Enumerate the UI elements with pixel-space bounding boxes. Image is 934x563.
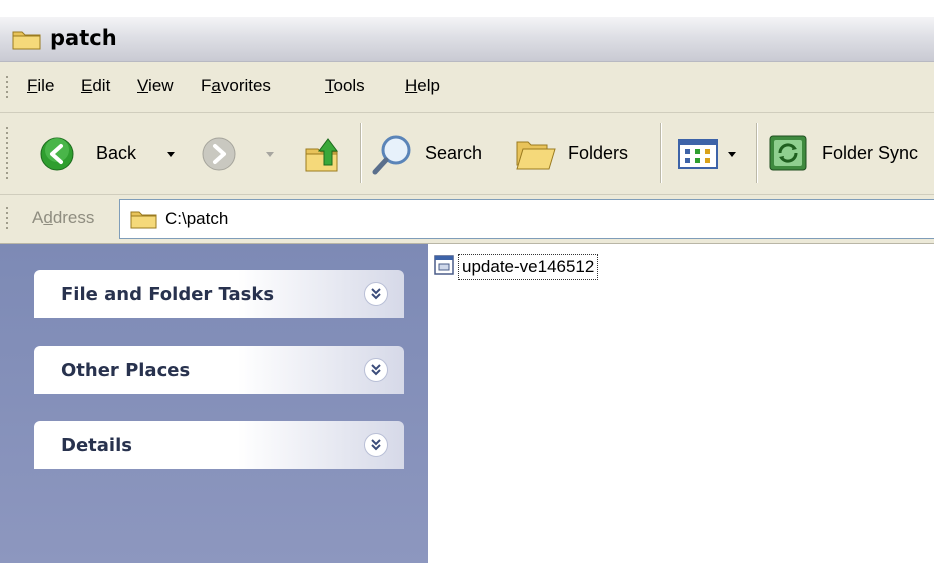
folder-up-icon [302,135,342,179]
menu-favorites-label: vorites [220,76,271,95]
forward-button[interactable] [196,127,286,181]
menu-file[interactable]: File [27,76,54,96]
address-label-mnemonic: d [43,208,53,227]
forward-arrow-icon [202,137,236,175]
menu-file-mnemonic: F [27,76,38,95]
panel-other-places[interactable]: Other Places [34,346,404,394]
address-label: Address [32,208,94,228]
task-pane: File and Folder Tasks Other Places Detai… [0,244,428,563]
menu-favorites-pre: F [201,76,212,95]
menu-edit[interactable]: Edit [81,76,110,96]
menu-favorites[interactable]: Favorites [201,76,271,96]
toolbar-separator [660,123,662,183]
search-button[interactable]: Search [368,127,500,181]
address-grip[interactable] [6,207,8,231]
menu-tools-label: ools [333,76,365,95]
toolbar-separator [360,123,362,183]
back-dropdown-icon[interactable] [167,152,175,157]
chevron-double-down-icon[interactable] [364,282,388,306]
menu-tools-mnemonic: T [325,76,334,95]
menu-view-mnemonic: V [137,76,149,95]
title-bar[interactable]: patch [0,17,934,62]
folder-icon [130,209,158,233]
menu-help-label: elp [417,76,440,95]
toolbar-grip[interactable] [6,127,8,182]
toolbar-separator [756,123,758,183]
executable-file-icon [434,255,454,279]
standard-toolbar: Back Search Folders Folder Sync [0,113,934,195]
forward-dropdown-icon[interactable] [266,152,274,157]
menu-tools[interactable]: Tools [325,76,365,96]
address-path: C:\patch [165,209,229,228]
folder-icon [12,28,42,54]
folder-sync-button[interactable]: Folder Sync [764,127,934,181]
chevron-double-down-icon[interactable] [364,358,388,382]
panel-details[interactable]: Details [34,421,404,469]
address-bar: Address C:\patch [0,195,934,244]
menu-view-label: iew [148,76,174,95]
menu-bar: File Edit View Favorites Tools Help [0,62,934,113]
folders-label: Folders [568,143,629,163]
folders-button[interactable]: Folders [512,127,650,181]
menu-help[interactable]: Help [405,76,440,96]
views-icon [678,139,718,173]
views-dropdown-icon[interactable] [728,152,736,157]
panel-title: Other Places [61,360,191,381]
panel-file-and-folder-tasks[interactable]: File and Folder Tasks [34,270,404,318]
address-label-rest: dress [52,208,95,227]
file-name: update-ve146512 [458,254,599,280]
folder-sync-icon [768,134,810,178]
chevron-double-down-icon[interactable] [364,433,388,457]
back-label: Back [96,143,137,163]
panel-title: Details [61,435,132,456]
folder-sync-label: Folder Sync [822,143,919,163]
address-input[interactable]: C:\patch [119,199,934,239]
address-label-pre: A [32,208,44,227]
menu-help-mnemonic: H [405,76,418,95]
search-label: Search [425,143,483,163]
views-button[interactable] [670,127,750,181]
folders-icon [515,136,557,176]
explorer-window: patch File Edit View Favorites Tools Hel… [0,0,934,563]
back-arrow-icon [40,137,74,175]
menu-edit-mnemonic: E [81,76,93,95]
menu-view[interactable]: View [137,76,174,96]
panel-title: File and Folder Tasks [61,284,275,305]
menu-favorites-mnemonic: a [211,76,221,95]
menu-edit-label: dit [92,76,111,95]
file-list[interactable]: update-ve146512 [428,244,934,563]
window-title: patch [50,26,117,50]
up-button[interactable] [296,129,348,181]
menu-grip[interactable] [6,76,8,100]
back-button[interactable]: Back [34,127,194,181]
magnifier-icon [370,133,414,181]
menu-file-label: ile [37,76,55,95]
